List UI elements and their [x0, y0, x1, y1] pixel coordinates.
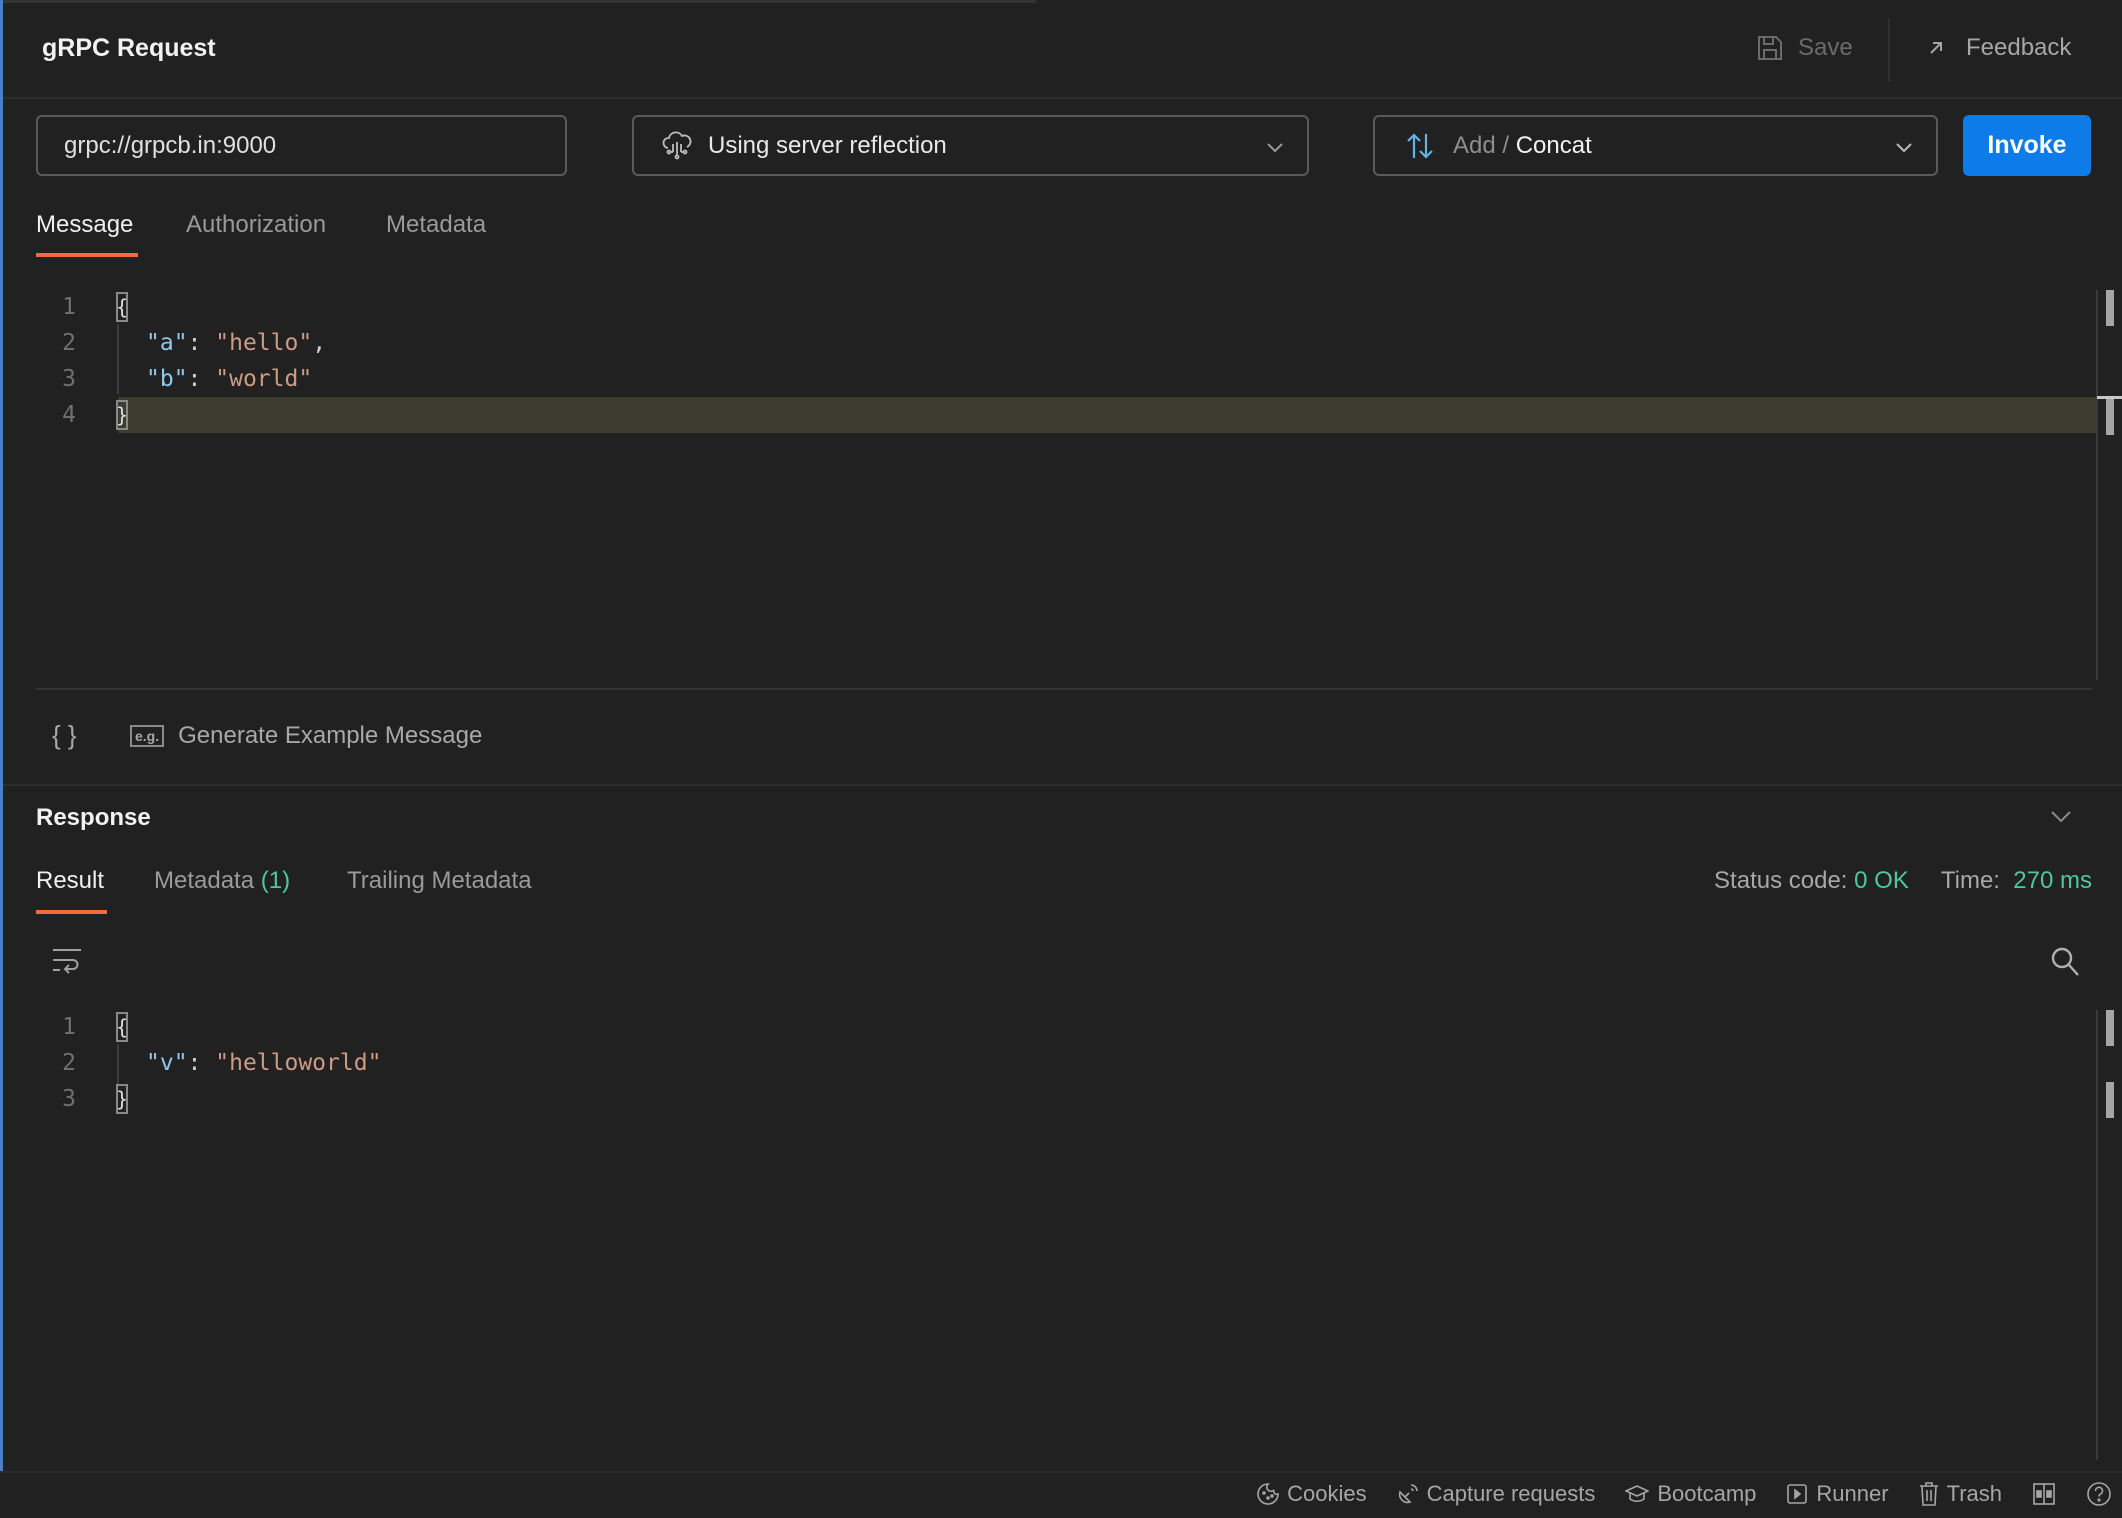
chevron-down-icon: [1267, 143, 1283, 153]
collapse-chevron-icon[interactable]: [2050, 808, 2072, 824]
generate-example-button[interactable]: e.g. Generate Example Message: [130, 722, 482, 750]
active-tab-indicator: [36, 253, 138, 257]
method-name: Concat: [1515, 131, 1592, 159]
response-status: Status code: 0 OK Time: 270 ms: [1714, 867, 2092, 895]
active-tab-indicator: [36, 910, 107, 914]
reflection-select[interactable]: Using server reflection: [632, 115, 1309, 176]
tab-label: Metadata: [154, 867, 255, 894]
header-divider: [1888, 18, 1890, 82]
window-top-strip: [0, 0, 1036, 3]
tab-metadata[interactable]: Metadata: [386, 211, 486, 239]
line-number: 3: [62, 366, 76, 392]
code-line[interactable]: "a": "hello",: [146, 330, 326, 356]
response-title: Response: [36, 804, 151, 831]
status-bar-items: Cookies Capture requests Bootcamp Runner…: [1257, 1481, 2112, 1507]
capture-requests-label: Capture requests: [1426, 1481, 1596, 1506]
help-icon[interactable]: [2086, 1481, 2112, 1507]
server-url-value: grpc://grpcb.in:9000: [64, 131, 277, 159]
open-brace-match: {: [116, 1012, 128, 1042]
cookie-icon: [1257, 1483, 1279, 1505]
runner-label: Runner: [1816, 1481, 1889, 1506]
time-label: Time:: [1940, 867, 2000, 894]
cookies-button[interactable]: Cookies: [1257, 1481, 1367, 1507]
editor-scrollbar[interactable]: [2096, 290, 2098, 680]
method-service: Add: [1453, 131, 1496, 159]
play-box-icon: [1787, 1484, 1808, 1504]
reflection-label: Using server reflection: [708, 131, 947, 159]
runner-button[interactable]: Runner: [1786, 1481, 1889, 1507]
line-number: 2: [62, 1050, 76, 1076]
cookies-label: Cookies: [1287, 1481, 1367, 1506]
editor-divider: [36, 688, 2092, 690]
word-wrap-icon[interactable]: [52, 948, 82, 978]
line-number: 1: [62, 294, 76, 320]
status-value: 0 OK: [1854, 867, 1909, 894]
save-button[interactable]: Save: [1756, 34, 1853, 62]
method-select[interactable]: Add / Concat: [1373, 115, 1938, 176]
json-comma: ,: [312, 330, 327, 356]
save-label: Save: [1798, 34, 1853, 61]
beautify-icon[interactable]: { }: [52, 720, 77, 751]
trash-button[interactable]: Trash: [1919, 1481, 2002, 1507]
code-line[interactable]: "v": "helloworld": [146, 1050, 381, 1076]
trash-label: Trash: [1946, 1481, 2002, 1506]
server-url-input[interactable]: grpc://grpcb.in:9000: [36, 115, 567, 176]
search-icon[interactable]: [2050, 946, 2080, 978]
open-brace-match: {: [116, 292, 128, 322]
json-value: "hello": [215, 330, 313, 356]
header-separator: [3, 97, 2122, 99]
chevron-down-icon: [1896, 143, 1912, 153]
trash-icon: [1919, 1482, 1938, 1506]
json-value: "world": [215, 366, 313, 392]
bootcamp-label: Bootcamp: [1657, 1481, 1757, 1506]
json-key: "v": [146, 1050, 188, 1076]
bootcamp-button[interactable]: Bootcamp: [1625, 1481, 1756, 1507]
close-brace-match: }: [116, 1084, 128, 1114]
tab-trailing-metadata[interactable]: Trailing Metadata: [347, 867, 532, 895]
indent-guide: [117, 324, 119, 394]
metadata-count: (1): [260, 867, 291, 894]
status-label: Status code:: [1714, 867, 1848, 894]
json-value: "helloworld": [215, 1050, 382, 1076]
save-icon: [1758, 36, 1782, 60]
capture-requests-button[interactable]: Capture requests: [1397, 1481, 1596, 1507]
two-pane-layout-icon[interactable]: [2032, 1482, 2056, 1506]
code-line[interactable]: "b": "world": [146, 366, 312, 392]
feedback-label: Feedback: [1966, 34, 2072, 61]
satellite-icon: [1398, 1484, 1418, 1504]
tab-message[interactable]: Message: [36, 211, 133, 239]
graduation-cap-icon: [1625, 1485, 1650, 1503]
line-number: 4: [62, 402, 76, 428]
generate-example-label: Generate Example Message: [178, 722, 483, 749]
scrollbar-marker: [2106, 1082, 2114, 1118]
tab-result[interactable]: Result: [36, 867, 104, 895]
focus-indicator: [0, 0, 3, 1471]
close-brace-match: }: [116, 400, 128, 430]
response-scrollbar[interactable]: [2096, 1010, 2098, 1460]
json-key: "b": [146, 366, 188, 392]
unary-arrows-icon: [1407, 132, 1433, 159]
scrollbar-thumb[interactable]: [2106, 1010, 2114, 1046]
example-icon: e.g.: [130, 725, 165, 747]
line-number: 3: [62, 1086, 76, 1112]
time-value: 270 ms: [2013, 867, 2092, 894]
response-separator: [3, 784, 2122, 786]
indent-guide: [117, 1044, 119, 1084]
cloud-network-icon: [662, 131, 692, 159]
scrollbar-marker: [2106, 399, 2114, 435]
method-separator: /: [1495, 131, 1516, 159]
line-number: 1: [62, 1014, 76, 1040]
external-arrow-icon: [1930, 42, 1942, 54]
json-key: "a": [146, 330, 188, 356]
tab-authorization[interactable]: Authorization: [186, 211, 326, 239]
current-line-highlight: [118, 397, 2096, 433]
scrollbar-thumb[interactable]: [2106, 290, 2114, 326]
line-number: 2: [62, 330, 76, 356]
tab-response-metadata[interactable]: Metadata (1): [154, 867, 290, 895]
invoke-button[interactable]: Invoke: [1963, 115, 2091, 176]
page-title: gRPC Request: [42, 34, 216, 62]
feedback-button[interactable]: Feedback: [1928, 34, 2071, 62]
